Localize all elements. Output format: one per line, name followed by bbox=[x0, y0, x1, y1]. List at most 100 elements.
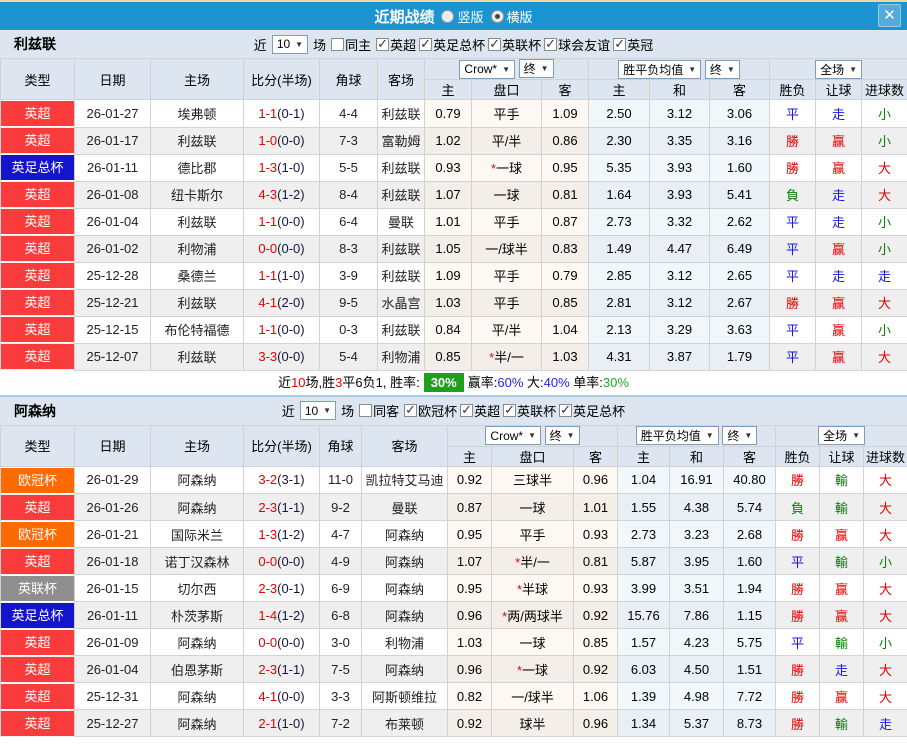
final-select[interactable]: 终▼ bbox=[722, 426, 757, 445]
avg-away: 2.62 bbox=[710, 208, 770, 235]
final-select[interactable]: 终▼ bbox=[705, 60, 740, 79]
sub-avg-away-header: 客 bbox=[724, 446, 776, 466]
close-icon[interactable]: ✕ bbox=[878, 4, 901, 27]
sub-goals-header: 进球数 bbox=[862, 80, 907, 100]
final-select[interactable]: 终▼ bbox=[545, 426, 580, 445]
bookmaker-select[interactable]: Crow*▼ bbox=[485, 426, 541, 445]
star-marker: * bbox=[517, 582, 522, 597]
result-outcome: 勝 bbox=[776, 575, 820, 602]
match-count-select[interactable]: 10 ▼ bbox=[272, 35, 308, 54]
checkbox-checked-icon[interactable] bbox=[544, 38, 557, 51]
competition-badge: 英超 bbox=[1, 182, 74, 207]
away-team: 利兹联 bbox=[378, 316, 425, 343]
league-filter[interactable]: 英超 bbox=[460, 401, 500, 420]
avg-value: 胜平负均值 bbox=[641, 427, 701, 444]
result-goals: 大 bbox=[864, 521, 907, 548]
match-row: 英超26-01-26阿森纳2-3(1-1)9-2曼联0.87一球1.011.55… bbox=[1, 494, 907, 521]
league-filter[interactable]: 英冠 bbox=[613, 35, 653, 54]
checkbox-checked-icon[interactable] bbox=[376, 38, 389, 51]
score: 1-1(0-0) bbox=[244, 316, 320, 343]
checkbox-checked-icon[interactable] bbox=[503, 404, 516, 417]
star-marker: * bbox=[515, 555, 520, 570]
match-count-select[interactable]: 10 ▼ bbox=[300, 401, 336, 420]
avg-draw: 4.23 bbox=[670, 629, 724, 656]
score: 2-1(1-0) bbox=[244, 710, 320, 737]
final-select[interactable]: 终▼ bbox=[519, 59, 554, 78]
avg-select[interactable]: 胜平负均值▼ bbox=[636, 426, 719, 445]
league-filter[interactable]: 英足总杯 bbox=[559, 401, 625, 420]
checkbox-checked-icon[interactable] bbox=[613, 38, 626, 51]
avg-home: 1.49 bbox=[589, 235, 650, 262]
star-marker: * bbox=[517, 663, 522, 678]
avg-home: 5.87 bbox=[618, 548, 670, 575]
avg-draw: 3.12 bbox=[650, 289, 710, 316]
summary-text: 平6负1, 胜率: bbox=[342, 375, 419, 390]
avg-draw: 3.12 bbox=[650, 262, 710, 289]
scope-select[interactable]: 全场▼ bbox=[815, 60, 862, 79]
avg-draw: 3.35 bbox=[650, 127, 710, 154]
radio-checked-icon[interactable] bbox=[491, 10, 504, 23]
corner-score: 8-4 bbox=[320, 181, 378, 208]
odds-home: 1.01 bbox=[425, 208, 472, 235]
scope-select[interactable]: 全场▼ bbox=[818, 426, 865, 445]
result-handicap: 赢 bbox=[820, 575, 864, 602]
final-value: 终 bbox=[727, 427, 739, 444]
checkbox-unchecked-icon[interactable] bbox=[331, 38, 344, 51]
corner-score: 4-9 bbox=[320, 548, 362, 575]
home-team: 利物浦 bbox=[151, 235, 244, 262]
checkbox-checked-icon[interactable] bbox=[488, 38, 501, 51]
home-team: 阿森纳 bbox=[151, 494, 244, 521]
same-venue-filter[interactable]: 同主 bbox=[331, 35, 371, 54]
match-type: 英超 bbox=[1, 262, 75, 289]
score: 1-1(0-1) bbox=[244, 100, 320, 128]
result-handicap: 走 bbox=[816, 181, 862, 208]
handicap: *一球 bbox=[492, 656, 574, 683]
layout-radio-horizontal[interactable]: 横版 bbox=[491, 7, 533, 26]
league-filter[interactable]: 英足总杯 bbox=[419, 35, 485, 54]
match-date: 26-01-02 bbox=[75, 235, 151, 262]
result-goals: 大 bbox=[864, 575, 907, 602]
filter-bar: 近 10 ▼ 场 同主 英超英足总杯英联杯球会友谊英冠 bbox=[254, 35, 653, 54]
odds-away: 0.79 bbox=[542, 262, 589, 289]
league-filter[interactable]: 英联杯 bbox=[488, 35, 541, 54]
checkbox-checked-icon[interactable] bbox=[559, 404, 572, 417]
result-outcome: 勝 bbox=[776, 710, 820, 737]
result-goals: 大 bbox=[864, 656, 907, 683]
avg-home: 5.35 bbox=[589, 154, 650, 181]
summary-text: 大: bbox=[523, 375, 543, 390]
league-filter[interactable]: 英超 bbox=[376, 35, 416, 54]
league-filter[interactable]: 欧冠杯 bbox=[404, 401, 457, 420]
avg-select[interactable]: 胜平负均值▼ bbox=[618, 60, 701, 79]
competition-badge: 英超 bbox=[1, 711, 74, 736]
match-date: 25-12-27 bbox=[75, 710, 151, 737]
record-summary: 近10场,胜3平6负1, 胜率:30%赢率:60% 大:40% 单率:30% bbox=[0, 371, 907, 397]
handicap: 一球 bbox=[472, 181, 542, 208]
scope-group-header: 全场▼ bbox=[770, 59, 907, 80]
handicap: 平手 bbox=[492, 521, 574, 548]
radio-unchecked-icon[interactable] bbox=[441, 10, 454, 23]
bookmaker-select[interactable]: Crow*▼ bbox=[459, 60, 515, 79]
checkbox-unchecked-icon[interactable] bbox=[359, 404, 372, 417]
away-team: 利物浦 bbox=[362, 629, 448, 656]
odds-home: 0.93 bbox=[425, 154, 472, 181]
league-filter[interactable]: 球会友谊 bbox=[544, 35, 610, 54]
checkbox-checked-icon[interactable] bbox=[460, 404, 473, 417]
layout-radio-vertical[interactable]: 竖版 bbox=[441, 7, 483, 26]
summary-text: 单率: bbox=[570, 375, 603, 390]
odds-home: 1.02 bbox=[425, 127, 472, 154]
same-venue-filter[interactable]: 同客 bbox=[359, 401, 399, 420]
avg-draw: 4.38 bbox=[670, 494, 724, 521]
matches-table-leeds: 类型 日期 主场 比分(半场) 角球 客场 Crow*▼ 终▼ 胜平负均值▼ 终… bbox=[0, 58, 907, 371]
odds-away: 1.04 bbox=[542, 316, 589, 343]
avg-group-header: 胜平负均值▼ 终▼ bbox=[589, 59, 770, 80]
avg-draw: 4.47 bbox=[650, 235, 710, 262]
summary-text: 60% bbox=[497, 375, 523, 390]
match-date: 26-01-09 bbox=[75, 629, 151, 656]
league-filter[interactable]: 英联杯 bbox=[503, 401, 556, 420]
score: 2-3(1-1) bbox=[244, 656, 320, 683]
handicap-group-header: Crow*▼ 终▼ bbox=[425, 59, 589, 80]
checkbox-checked-icon[interactable] bbox=[404, 404, 417, 417]
checkbox-checked-icon[interactable] bbox=[419, 38, 432, 51]
sub-avg-home-header: 主 bbox=[589, 80, 650, 100]
score: 4-3(1-2) bbox=[244, 181, 320, 208]
